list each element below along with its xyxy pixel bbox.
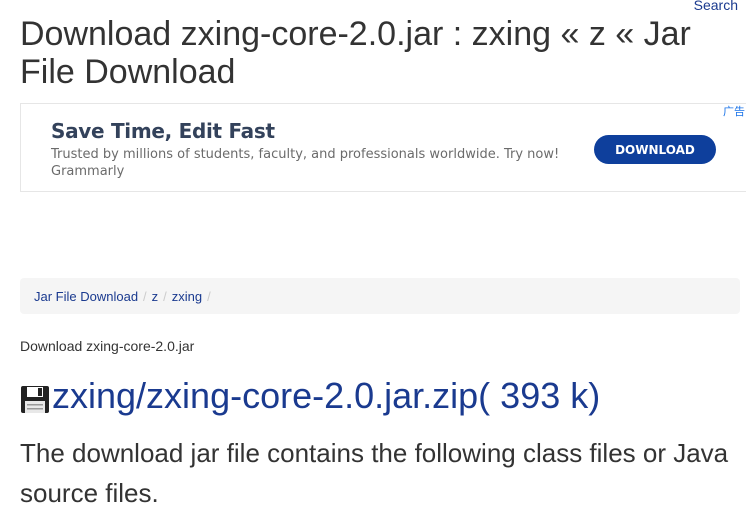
page: Search Download zxing-core-2.0.jar : zxi… (0, 0, 746, 524)
floppy-disk-icon (20, 381, 50, 413)
ad-body-text: Trusted by millions of students, faculty… (51, 147, 560, 162)
file-description: The download jar file contains the follo… (20, 438, 729, 508)
breadcrumb: Jar File Download / z / zxing / (20, 278, 740, 314)
file-download-link[interactable]: zxing/zxing-core-2.0.jar.zip( 393 k) (52, 375, 600, 417)
breadcrumb-separator: / (207, 288, 211, 304)
ad-banner[interactable]: Save Time, Edit Fast Trusted by millions… (20, 103, 746, 192)
breadcrumb-item-jar-file-download[interactable]: Jar File Download (34, 289, 138, 304)
breadcrumb-item-zxing[interactable]: zxing (172, 289, 202, 304)
search-link[interactable]: Search (694, 0, 738, 13)
ad-advertiser: Grammarly (51, 164, 125, 179)
ad-choices-label[interactable]: 广告 (723, 105, 745, 119)
ad-headline[interactable]: Save Time, Edit Fast (51, 119, 275, 143)
file-heading: zxing/zxing-core-2.0.jar.zip( 393 k) (20, 375, 600, 417)
page-title: Download zxing-core-2.0.jar : zxing « z … (20, 15, 691, 91)
breadcrumb-separator: / (143, 288, 147, 304)
ad-download-button[interactable]: DOWNLOAD (594, 135, 716, 164)
breadcrumb-separator: / (163, 288, 167, 304)
page-subtitle: Download zxing-core-2.0.jar (20, 338, 195, 354)
